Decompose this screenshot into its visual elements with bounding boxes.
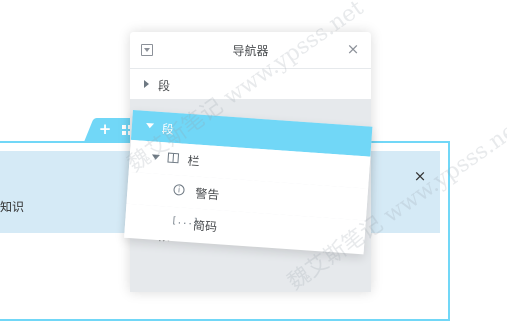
navigator-close-icon[interactable]: ×	[346, 41, 360, 57]
notice-text: 知识	[0, 200, 25, 214]
info-icon: i	[173, 184, 185, 196]
add-section-icon[interactable]: +	[98, 119, 112, 139]
caret-right-icon[interactable]	[144, 80, 149, 88]
column-label: 栏	[187, 153, 201, 169]
alert-label: 警告	[194, 186, 220, 203]
navigator-item-label: 段	[158, 79, 171, 93]
shortcode-label: 简码	[192, 218, 218, 235]
navigator-title: 导航器	[232, 44, 269, 58]
